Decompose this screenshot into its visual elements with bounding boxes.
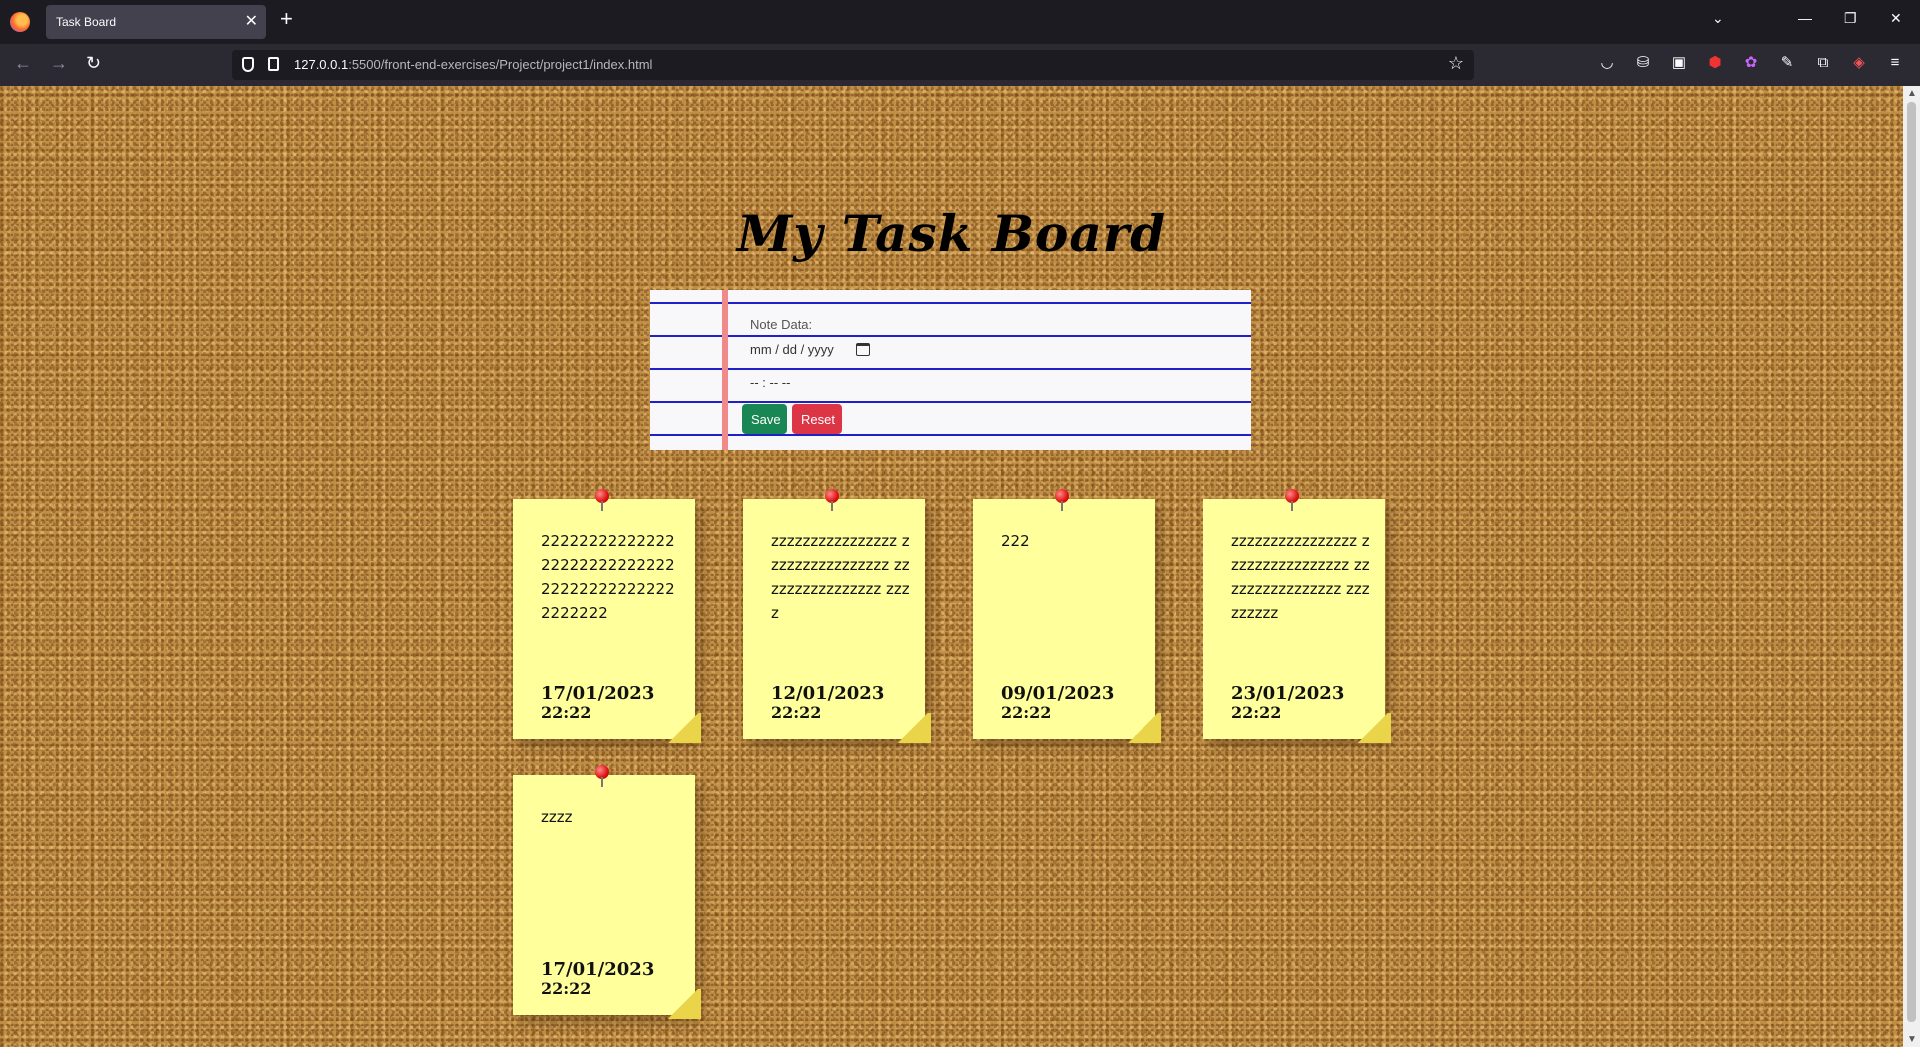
note-text: zzzzzzzzzzzzzzzz zzzzzzzzzzzzzzzz zzzzzz… bbox=[771, 532, 910, 622]
margin-line bbox=[722, 290, 728, 450]
pushpin-icon bbox=[823, 489, 841, 513]
date-placeholder: mm / dd / yyyy bbox=[750, 342, 834, 357]
note-date: 23/01/2023 bbox=[1231, 683, 1345, 704]
bookmark-star-icon[interactable]: ☆ bbox=[1448, 53, 1464, 74]
adblock-icon[interactable]: ⬢ bbox=[1706, 54, 1724, 72]
reset-button[interactable]: Reset bbox=[792, 404, 842, 434]
tracking-shield-icon[interactable] bbox=[242, 57, 254, 72]
pushpin-icon bbox=[593, 489, 611, 513]
tab-list-chevron-icon[interactable]: ⌄ bbox=[1712, 10, 1724, 27]
tab-title: Task Board bbox=[56, 15, 117, 29]
note-data-input[interactable]: Note Data: bbox=[750, 317, 812, 332]
note-date: 17/01/2023 bbox=[541, 959, 655, 980]
note-date: 17/01/2023 bbox=[541, 683, 655, 704]
firefox-logo-icon bbox=[10, 12, 30, 32]
pushpin-icon bbox=[1053, 489, 1071, 513]
pocket-icon[interactable]: ◡ bbox=[1598, 54, 1616, 72]
rule-line bbox=[650, 401, 1251, 403]
calendar-icon[interactable] bbox=[856, 343, 870, 356]
forward-icon[interactable]: → bbox=[50, 53, 68, 74]
time-placeholder: -- : -- -- bbox=[750, 375, 791, 390]
scrollbar[interactable]: ▲ ▼ bbox=[1903, 86, 1920, 1047]
rule-line bbox=[650, 302, 1251, 304]
note-time: 22:22 bbox=[1231, 703, 1282, 722]
reload-icon[interactable]: ↻ bbox=[86, 53, 101, 74]
color-icon[interactable]: ✿ bbox=[1742, 54, 1760, 72]
rule-line bbox=[650, 335, 1251, 337]
rule-line bbox=[650, 434, 1251, 436]
scroll-up-icon[interactable]: ▲ bbox=[1907, 88, 1917, 99]
note-time: 22:22 bbox=[771, 703, 822, 722]
tab-bar: Task Board ✕ + ⌄ — ❐ ✕ bbox=[0, 0, 1920, 44]
note-date: 12/01/2023 bbox=[771, 683, 885, 704]
note-time: 22:22 bbox=[541, 979, 592, 998]
pen-icon[interactable]: ✎ bbox=[1778, 54, 1796, 72]
note-text: 222 bbox=[1001, 532, 1030, 550]
extension-icon[interactable]: ⛁ bbox=[1634, 54, 1652, 72]
back-icon[interactable]: ← bbox=[14, 53, 32, 74]
note-form: Note Data: mm / dd / yyyy -- : -- -- Sav… bbox=[650, 290, 1251, 450]
rule-line bbox=[650, 368, 1251, 370]
tab-close-icon[interactable]: ✕ bbox=[245, 11, 258, 31]
sticky-note: 222 09/01/2023 22:22 bbox=[973, 489, 1161, 743]
nav-bar: ← → ↻ 127.0.0.1:5500/front-end-exercises… bbox=[0, 44, 1920, 86]
reader-icon[interactable]: ▣ bbox=[1670, 54, 1688, 72]
url-path: :5500/front-end-exercises/Project/projec… bbox=[348, 57, 653, 72]
note-text: zzzz bbox=[541, 808, 573, 826]
puzzle-icon[interactable]: ⧉ bbox=[1814, 54, 1832, 72]
note-time: 22:22 bbox=[1001, 703, 1052, 722]
url-text[interactable]: 127.0.0.1:5500/front-end-exercises/Proje… bbox=[294, 57, 652, 72]
minimize-icon[interactable]: — bbox=[1798, 10, 1812, 26]
save-button[interactable]: Save bbox=[742, 404, 787, 434]
close-window-icon[interactable]: ✕ bbox=[1890, 10, 1902, 27]
note-text: 22222222222222 22222222222222 2222222222… bbox=[541, 532, 675, 622]
url-bar[interactable]: 127.0.0.1:5500/front-end-exercises/Proje… bbox=[232, 50, 1474, 80]
menu-icon[interactable]: ≡ bbox=[1886, 54, 1904, 72]
new-tab-icon[interactable]: + bbox=[280, 6, 293, 32]
pushpin-icon bbox=[593, 765, 611, 789]
sticky-note: zzzz 17/01/2023 22:22 bbox=[513, 765, 701, 1019]
cork-board: My Task Board Note Data: mm / dd / yyyy … bbox=[0, 86, 1903, 1047]
sticky-note: 22222222222222 22222222222222 2222222222… bbox=[513, 489, 701, 743]
restore-icon[interactable]: ❐ bbox=[1844, 10, 1857, 27]
shield-ext-icon[interactable]: ◈ bbox=[1850, 54, 1868, 72]
page-title: My Task Board bbox=[736, 204, 1167, 263]
sticky-note: zzzzzzzzzzzzzzzz zzzzzzzzzzzzzzzz zzzzzz… bbox=[743, 489, 931, 743]
tab-task-board[interactable]: Task Board ✕ bbox=[46, 5, 266, 39]
page-info-icon[interactable] bbox=[268, 57, 279, 71]
date-input[interactable]: mm / dd / yyyy bbox=[750, 342, 910, 366]
sticky-note: zzzzzzzzzzzzzzzz zzzzzzzzzzzzzzzz zzzzzz… bbox=[1203, 489, 1391, 743]
pushpin-icon bbox=[1283, 489, 1301, 513]
note-text: zzzzzzzzzzzzzzzz zzzzzzzzzzzzzzzz zzzzzz… bbox=[1231, 532, 1370, 622]
time-input[interactable]: -- : -- -- bbox=[750, 375, 910, 399]
note-date: 09/01/2023 bbox=[1001, 683, 1115, 704]
note-time: 22:22 bbox=[541, 703, 592, 722]
scroll-down-icon[interactable]: ▼ bbox=[1907, 1034, 1917, 1045]
scroll-thumb[interactable] bbox=[1907, 102, 1916, 1022]
url-host: 127.0.0.1 bbox=[294, 57, 349, 72]
